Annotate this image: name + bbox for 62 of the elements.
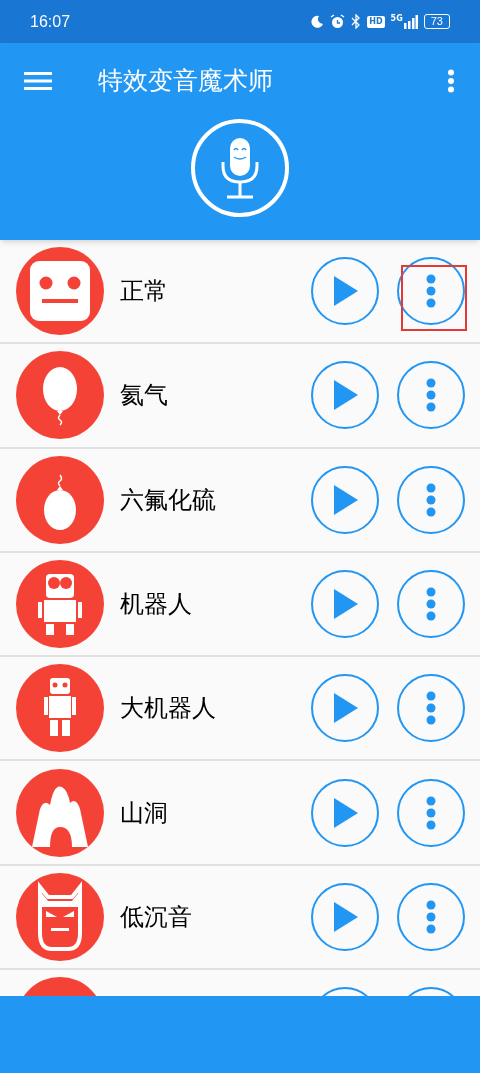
play-icon bbox=[332, 276, 358, 307]
balloon-icon bbox=[16, 351, 104, 440]
play-icon bbox=[332, 484, 358, 515]
battery-indicator: 73 bbox=[423, 14, 450, 29]
robot-icon bbox=[16, 664, 104, 753]
play-button[interactable] bbox=[311, 257, 379, 326]
menu-icon[interactable] bbox=[24, 71, 52, 91]
effect-name: 机器人 bbox=[120, 589, 192, 621]
effect-name: 六氟化硫 bbox=[120, 484, 216, 516]
play-icon bbox=[332, 797, 358, 828]
signal-icon bbox=[403, 14, 418, 29]
balloon-icon bbox=[16, 455, 104, 544]
clock: 16:07 bbox=[30, 11, 71, 32]
effect-name: 低沉音 bbox=[120, 901, 192, 933]
play-button[interactable] bbox=[311, 882, 379, 951]
play-icon bbox=[332, 380, 358, 411]
more-button[interactable] bbox=[397, 361, 465, 430]
play-icon bbox=[332, 693, 358, 724]
moon-icon bbox=[310, 14, 325, 29]
more-options-icon[interactable] bbox=[447, 69, 455, 93]
play-button[interactable] bbox=[311, 778, 379, 847]
network-label: 5G bbox=[390, 14, 403, 23]
effect-row[interactable]: 氦气 bbox=[0, 344, 480, 449]
robot-face-icon bbox=[16, 247, 104, 336]
effect-name: 氦气 bbox=[120, 380, 168, 412]
more-button[interactable] bbox=[397, 882, 465, 951]
effect-row[interactable]: 正常 bbox=[0, 240, 480, 345]
more-button[interactable] bbox=[397, 570, 465, 639]
more-icon bbox=[426, 691, 436, 726]
effect-name: 正常 bbox=[120, 276, 168, 308]
play-button[interactable] bbox=[311, 465, 379, 534]
play-icon bbox=[332, 901, 358, 932]
record-button[interactable] bbox=[191, 119, 289, 217]
more-icon bbox=[426, 378, 436, 413]
devil-mask-icon bbox=[16, 872, 104, 961]
effect-row[interactable]: 大机器人 bbox=[0, 657, 480, 762]
more-button[interactable] bbox=[397, 465, 465, 534]
more-icon bbox=[426, 587, 436, 622]
hd-badge: HD bbox=[367, 15, 385, 28]
more-icon bbox=[426, 274, 436, 309]
more-icon bbox=[426, 795, 436, 830]
effect-name: 大机器人 bbox=[120, 693, 216, 725]
alarm-icon bbox=[330, 14, 346, 29]
effect-row[interactable]: 低沉音 bbox=[0, 865, 480, 971]
more-button[interactable] bbox=[397, 778, 465, 847]
smiling-microphone-icon bbox=[220, 136, 260, 200]
effect-row[interactable]: 山洞 bbox=[0, 761, 480, 866]
more-button[interactable] bbox=[397, 257, 465, 326]
play-button[interactable] bbox=[311, 674, 379, 743]
cave-icon bbox=[16, 768, 104, 857]
play-button[interactable] bbox=[311, 570, 379, 639]
robot-icon bbox=[16, 560, 104, 649]
play-button[interactable] bbox=[311, 361, 379, 430]
app-title: 特效变音魔术师 bbox=[98, 65, 273, 98]
effect-row[interactable]: 六氟化硫 bbox=[0, 448, 480, 553]
more-icon bbox=[426, 899, 436, 934]
more-icon bbox=[426, 482, 436, 517]
effect-row[interactable]: 机器人 bbox=[0, 552, 480, 658]
effect-name: 山洞 bbox=[120, 797, 168, 829]
more-button[interactable] bbox=[397, 674, 465, 743]
bluetooth-icon bbox=[351, 14, 362, 29]
play-icon bbox=[332, 589, 358, 620]
